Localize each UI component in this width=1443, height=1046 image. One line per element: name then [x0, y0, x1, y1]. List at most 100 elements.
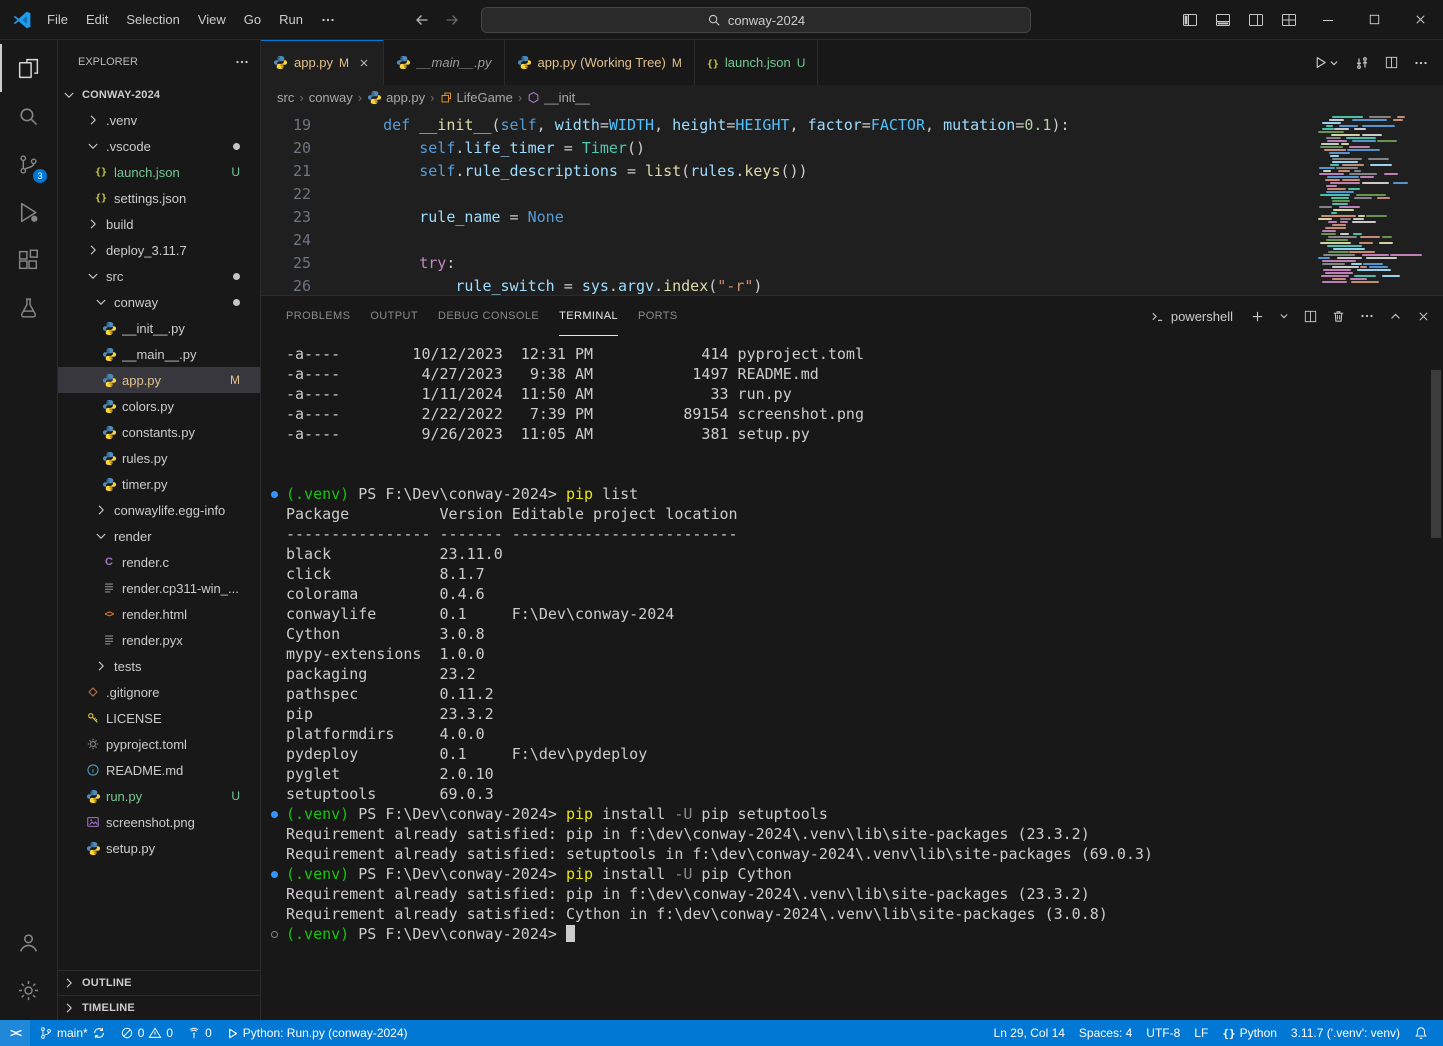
- chevron-down-icon[interactable]: [1328, 57, 1340, 69]
- activity-search[interactable]: [0, 92, 57, 140]
- terminal-scrollbar[interactable]: [1431, 370, 1441, 538]
- maximize-button[interactable]: [1351, 0, 1397, 39]
- folder-build[interactable]: build: [58, 211, 260, 237]
- outline-section[interactable]: OUTLINE: [58, 970, 260, 995]
- timeline-section[interactable]: TIMELINE: [58, 995, 260, 1020]
- file-.gitignore[interactable]: .gitignore: [58, 679, 260, 705]
- split-editor-icon[interactable]: [1384, 55, 1399, 70]
- maximize-panel-icon[interactable]: [1388, 309, 1403, 324]
- panel-tab-ports[interactable]: PORTS: [638, 297, 678, 336]
- settings-button[interactable]: [0, 966, 57, 1014]
- folder-.venv[interactable]: .venv: [58, 107, 260, 133]
- ports-indicator[interactable]: 0: [180, 1020, 219, 1046]
- activity-source-control[interactable]: 3: [0, 140, 57, 188]
- close-icon[interactable]: [357, 56, 371, 70]
- close-panel-icon[interactable]: [1416, 309, 1431, 324]
- activity-extensions[interactable]: [0, 236, 57, 284]
- minimap[interactable]: [1317, 115, 1429, 287]
- activity-explorer[interactable]: [0, 44, 57, 92]
- folder-conwaylife.egg-info[interactable]: conwaylife.egg-info: [58, 497, 260, 523]
- file-render.cp311-win_...[interactable]: render.cp311-win_...: [58, 575, 260, 601]
- file-pyproject.toml[interactable]: pyproject.toml: [58, 731, 260, 757]
- file-setup.py[interactable]: setup.py: [58, 835, 260, 861]
- file-render.c[interactable]: Crender.c: [58, 549, 260, 575]
- menu-selection[interactable]: Selection: [117, 8, 188, 31]
- more-actions-icon[interactable]: [1413, 55, 1429, 71]
- menu-edit[interactable]: Edit: [77, 8, 117, 31]
- file-constants.py[interactable]: constants.py: [58, 419, 260, 445]
- close-button[interactable]: [1397, 0, 1443, 39]
- breadcrumb-item-src[interactable]: src: [277, 90, 294, 105]
- file-render.html[interactable]: <>render.html: [58, 601, 260, 627]
- toggle-secondary-sidebar-icon[interactable]: [1239, 0, 1272, 39]
- run-python-file-button[interactable]: [1313, 55, 1340, 70]
- indentation-setting[interactable]: Spaces: 4: [1072, 1020, 1139, 1046]
- activity-run-debug[interactable]: [0, 188, 57, 236]
- file-settings.json[interactable]: {}settings.json: [58, 185, 260, 211]
- file-run.py[interactable]: run.pyU: [58, 783, 260, 809]
- command-decoration-icon[interactable]: [271, 811, 278, 818]
- command-center[interactable]: conway-2024: [481, 7, 1031, 33]
- file-render.pyx[interactable]: render.pyx: [58, 627, 260, 653]
- file-rules.py[interactable]: rules.py: [58, 445, 260, 471]
- breadcrumb-item-LifeGame[interactable]: LifeGame: [440, 90, 513, 105]
- notifications-bell[interactable]: [1407, 1020, 1435, 1046]
- account-button[interactable]: [0, 918, 57, 966]
- tab-__main__.py[interactable]: __main__.py: [384, 40, 504, 85]
- command-decoration-icon[interactable]: [271, 871, 278, 878]
- debug-launch-config[interactable]: Python: Run.py (conway-2024): [219, 1020, 415, 1046]
- breadcrumb-item-app.py[interactable]: app.py: [367, 90, 425, 105]
- file-app.py[interactable]: app.pyM: [58, 367, 260, 393]
- menubar-more-icon[interactable]: [312, 8, 344, 32]
- open-changes-icon[interactable]: [1354, 55, 1370, 71]
- file-timer.py[interactable]: timer.py: [58, 471, 260, 497]
- tab-launch.json[interactable]: {}launch.jsonU: [695, 40, 819, 85]
- branch-indicator[interactable]: main*: [32, 1020, 113, 1046]
- tab-app.py (Working Tree)[interactable]: app.py (Working Tree)M: [505, 40, 695, 85]
- command-decoration-icon[interactable]: [271, 491, 278, 498]
- panel-tab-output[interactable]: OUTPUT: [370, 297, 418, 336]
- back-button[interactable]: [414, 12, 430, 28]
- folder-render[interactable]: render: [58, 523, 260, 549]
- panel-tab-terminal[interactable]: TERMINAL: [559, 297, 618, 336]
- file-__init__.py[interactable]: __init__.py: [58, 315, 260, 341]
- activity-testing[interactable]: [0, 284, 57, 332]
- language-mode[interactable]: {} Python: [1215, 1020, 1284, 1046]
- panel-tab-debug-console[interactable]: DEBUG CONSOLE: [438, 297, 539, 336]
- file-colors.py[interactable]: colors.py: [58, 393, 260, 419]
- file-LICENSE[interactable]: LICENSE: [58, 705, 260, 731]
- terminal-profile-dropdown-icon[interactable]: [1278, 310, 1290, 322]
- problems-indicator[interactable]: 0 0: [113, 1020, 180, 1046]
- terminal[interactable]: -a---- 10/12/2023 12:31 PM 414 pyproject…: [261, 336, 1443, 1020]
- panel-more-actions-icon[interactable]: [1359, 308, 1375, 324]
- cursor-position[interactable]: Ln 29, Col 14: [987, 1020, 1072, 1046]
- file-__main__.py[interactable]: __main__.py: [58, 341, 260, 367]
- new-terminal-button[interactable]: [1250, 309, 1265, 324]
- menu-file[interactable]: File: [38, 8, 77, 31]
- panel-tab-problems[interactable]: PROBLEMS: [286, 297, 350, 336]
- folder-conway[interactable]: conway: [58, 289, 260, 315]
- forward-button[interactable]: [444, 12, 460, 28]
- menu-run[interactable]: Run: [270, 8, 312, 31]
- file-README.md[interactable]: README.md: [58, 757, 260, 783]
- terminal-instance-powershell[interactable]: powershell: [1150, 309, 1233, 324]
- minimize-button[interactable]: [1305, 0, 1351, 39]
- menu-view[interactable]: View: [189, 8, 235, 31]
- explorer-more-actions-icon[interactable]: [234, 54, 250, 70]
- tab-app.py[interactable]: app.pyM: [261, 40, 384, 85]
- file-screenshot.png[interactable]: screenshot.png: [58, 809, 260, 835]
- folder-tests[interactable]: tests: [58, 653, 260, 679]
- code-editor[interactable]: 19 def __init__(self, width=WIDTH, heigh…: [261, 110, 1443, 295]
- menu-go[interactable]: Go: [235, 8, 270, 31]
- breadcrumb-item-conway[interactable]: conway: [309, 90, 353, 105]
- encoding-setting[interactable]: UTF-8: [1139, 1020, 1187, 1046]
- split-terminal-icon[interactable]: [1303, 309, 1318, 324]
- kill-terminal-icon[interactable]: [1331, 309, 1346, 324]
- folder-deploy_3.11.7[interactable]: deploy_3.11.7: [58, 237, 260, 263]
- customize-layout-icon[interactable]: [1272, 0, 1305, 39]
- python-interpreter[interactable]: 3.11.7 ('.venv': venv): [1284, 1020, 1407, 1046]
- toggle-panel-icon[interactable]: [1206, 0, 1239, 39]
- remote-indicator[interactable]: ><: [0, 1020, 30, 1046]
- breadcrumb-item-__init__[interactable]: __init__: [527, 90, 590, 105]
- file-launch.json[interactable]: {}launch.jsonU: [58, 159, 260, 185]
